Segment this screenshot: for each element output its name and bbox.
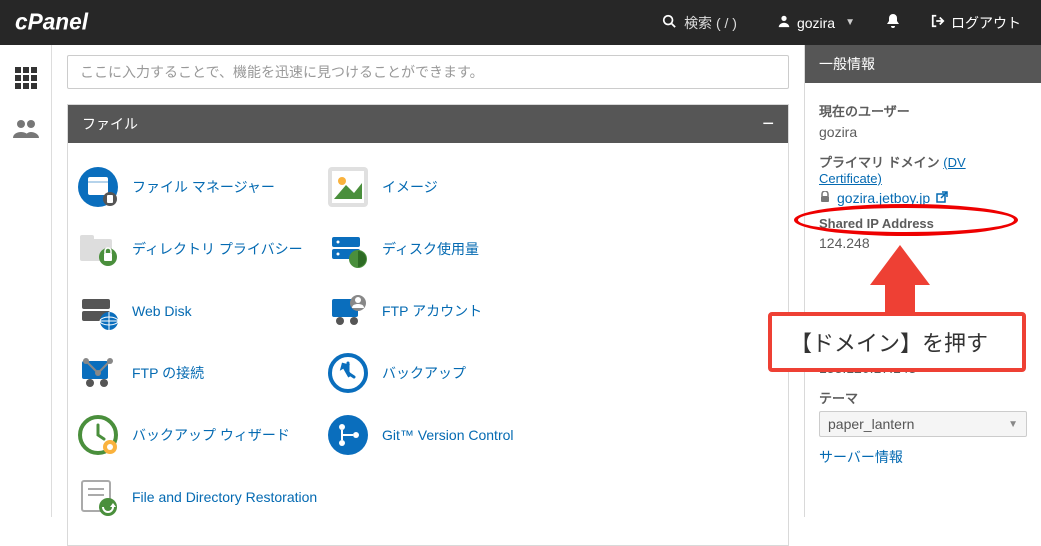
right-panel-title: 一般情報 [805,45,1041,83]
caret-down-icon: ▼ [845,17,855,28]
current-user-value: gozira [819,124,1027,140]
item-ftp-accounts[interactable]: FTP アカウント [328,287,578,335]
restoration-icon [78,477,118,517]
backup-wizard-icon [78,415,118,455]
files-panel-header[interactable]: ファイル − [68,105,788,143]
logout-label: ログアウト [951,13,1021,33]
item-ftp-connections[interactable]: FTP の接続 [78,349,328,397]
directory-privacy-icon [78,229,118,269]
general-info-panel: 一般情報 現在のユーザー gozira プライマリ ドメイン (DV Certi… [804,45,1041,517]
sidebar-users-icon[interactable] [11,113,41,143]
ftp-connections-icon [78,353,118,393]
lock-icon [819,190,831,206]
header-search-label: 検索 ( / ) [684,13,737,33]
item-web-disk[interactable]: Web Disk [78,287,328,335]
item-disk-usage[interactable]: ディスク使用量 [328,225,578,273]
search-placeholder: ここに入力することで、機能を迅速に見つけることができます。 [80,62,484,82]
cpanel-logo[interactable]: cPanel [15,0,135,45]
sidebar-grid-icon[interactable] [11,63,41,93]
shared-ip-label: Shared IP Address [819,216,1027,231]
notifications-icon[interactable] [885,13,901,32]
search-icon [662,14,676,31]
theme-select[interactable]: paper_lantern ▼ [819,411,1027,437]
backup-icon [328,353,368,393]
logout-icon [931,14,945,31]
item-git[interactable]: Git™ Version Control [328,411,578,459]
item-file-manager[interactable]: ファイル マネージャー [78,163,328,211]
panel-title: ファイル [82,114,138,134]
server-info-link[interactable]: サーバー情報 [819,449,903,465]
user-icon [777,14,791,31]
images-icon [328,167,368,207]
theme-label: テーマ [819,388,1027,407]
item-restoration[interactable]: File and Directory Restoration [78,473,328,521]
sidebar [0,45,52,517]
git-icon [328,415,368,455]
current-user-label: 現在のユーザー [819,101,1027,120]
ftp-accounts-icon [328,291,368,331]
disk-usage-icon [328,229,368,269]
logout-button[interactable]: ログアウト [931,13,1021,33]
collapse-icon[interactable]: − [762,114,774,134]
feature-search-input[interactable]: ここに入力することで、機能を迅速に見つけることができます。 [67,55,789,89]
files-panel: ファイル − ファイル マネージャー [67,104,789,546]
svg-text:cPanel: cPanel [15,9,89,35]
primary-domain-label: プライマリ ドメイン (DV Certificate) [819,152,1027,186]
item-directory-privacy[interactable]: ディレクトリ プライバシー [78,225,328,273]
user-menu[interactable]: gozira ▼ [777,14,855,31]
annotation-callout: 【ドメイン】を押す [768,312,1026,372]
web-disk-icon [78,291,118,331]
file-manager-icon [78,167,118,207]
username: gozira [797,15,835,31]
external-link-icon [936,190,948,206]
header-bar: cPanel 検索 ( / ) gozira ▼ ログアウト [0,0,1041,45]
header-search[interactable]: 検索 ( / ) [662,13,737,33]
chevron-down-icon: ▼ [1008,419,1018,430]
item-backup-wizard[interactable]: バックアップ ウィザード [78,411,328,459]
item-backup[interactable]: バックアップ [328,349,578,397]
primary-domain-link[interactable]: gozira.jetboy.jp [819,190,1027,206]
item-images[interactable]: イメージ [328,163,578,211]
